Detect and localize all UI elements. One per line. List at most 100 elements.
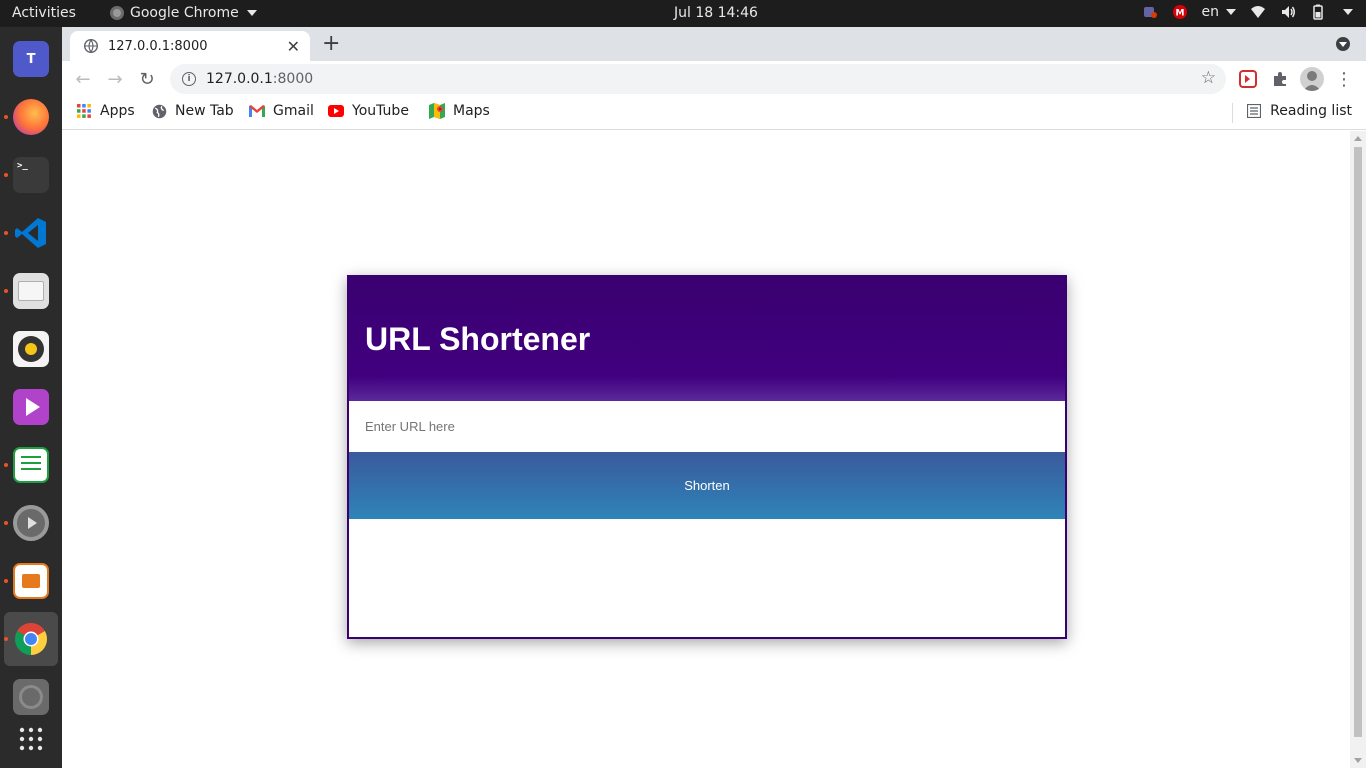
scrollbar-thumb[interactable] bbox=[1354, 147, 1362, 737]
page-viewport: URL Shortener Shorten bbox=[62, 131, 1350, 768]
address-bar[interactable]: i 127.0.0.1:8000 ☆ bbox=[170, 64, 1226, 94]
dock-item-terminal[interactable]: >_ bbox=[4, 148, 58, 202]
reload-button[interactable]: ↻ bbox=[136, 68, 158, 90]
running-indicator bbox=[4, 637, 8, 641]
dock-item-files[interactable] bbox=[4, 264, 58, 318]
extensions-puzzle-icon[interactable] bbox=[1270, 69, 1290, 89]
site-info-icon[interactable]: i bbox=[182, 72, 196, 86]
url-input[interactable] bbox=[349, 401, 1065, 452]
dock-item-rhythmbox[interactable] bbox=[4, 322, 58, 376]
running-indicator bbox=[4, 579, 8, 583]
power-menu-icon[interactable] bbox=[1340, 4, 1356, 20]
reading-list-button[interactable]: Reading list bbox=[1232, 103, 1352, 123]
wifi-icon[interactable] bbox=[1250, 4, 1266, 20]
dock: T >_ bbox=[0, 27, 62, 768]
url-port: :8000 bbox=[272, 71, 314, 87]
system-tray[interactable]: M en bbox=[1142, 4, 1357, 20]
globe-icon bbox=[84, 39, 98, 53]
new-tab-button[interactable]: + bbox=[322, 33, 340, 55]
bookmark-new-tab[interactable]: New Tab bbox=[151, 103, 234, 119]
show-applications-button[interactable] bbox=[4, 712, 58, 766]
bookmark-label: Apps bbox=[100, 103, 135, 119]
running-indicator bbox=[4, 231, 8, 235]
bookmark-apps[interactable]: Apps bbox=[76, 103, 135, 119]
scroll-up-arrow-icon[interactable] bbox=[1354, 136, 1362, 141]
running-indicator bbox=[4, 521, 8, 525]
tab-search-icon[interactable] bbox=[1336, 37, 1350, 51]
gnome-top-bar: Activities Google Chrome Jul 18 14:46 M … bbox=[0, 0, 1366, 27]
files-icon bbox=[13, 273, 49, 309]
maps-icon bbox=[429, 103, 445, 119]
reading-list-label: Reading list bbox=[1270, 103, 1352, 119]
dock-item-video[interactable] bbox=[4, 380, 58, 434]
shorten-button[interactable]: Shorten bbox=[349, 452, 1065, 519]
youtube-icon bbox=[328, 103, 344, 119]
close-icon[interactable]: ✕ bbox=[287, 37, 300, 56]
profile-avatar[interactable] bbox=[1300, 67, 1324, 91]
scroll-down-arrow-icon[interactable] bbox=[1354, 758, 1362, 763]
volume-icon[interactable] bbox=[1280, 4, 1296, 20]
app-menu[interactable]: Google Chrome bbox=[110, 5, 257, 21]
dock-item-chrome[interactable] bbox=[4, 612, 58, 666]
dock-item-teams[interactable]: T bbox=[4, 32, 58, 86]
card-header: URL Shortener bbox=[349, 277, 1065, 401]
teams-tray-icon[interactable] bbox=[1142, 4, 1158, 20]
gmail-icon bbox=[249, 103, 265, 119]
dock-item-vscode[interactable] bbox=[4, 206, 58, 260]
extension-red-icon[interactable] bbox=[1238, 69, 1258, 89]
dock-item-calc[interactable] bbox=[4, 438, 58, 492]
mega-tray-icon[interactable]: M bbox=[1172, 4, 1188, 20]
dock-item-settings[interactable] bbox=[4, 496, 58, 550]
url-shortener-card: URL Shortener Shorten bbox=[347, 275, 1067, 639]
divider bbox=[1232, 103, 1234, 123]
presentation-icon bbox=[13, 563, 49, 599]
globe-icon bbox=[151, 103, 167, 119]
dock-item-impress[interactable] bbox=[4, 554, 58, 608]
bookmark-maps[interactable]: Maps bbox=[429, 103, 490, 119]
tab-title: 127.0.0.1:8000 bbox=[108, 38, 208, 54]
browser-toolbar: ← → ↻ i 127.0.0.1:8000 ☆ ⋮ bbox=[62, 61, 1366, 97]
browser-tab[interactable]: 127.0.0.1:8000 ✕ bbox=[70, 31, 310, 61]
chevron-down-icon bbox=[246, 10, 257, 16]
page-title: URL Shortener bbox=[365, 321, 591, 357]
running-indicator bbox=[4, 173, 8, 177]
apps-grid-icon bbox=[76, 103, 92, 119]
reading-list-icon bbox=[1246, 103, 1262, 119]
bookmark-label: Maps bbox=[453, 103, 490, 119]
rhythmbox-icon bbox=[13, 331, 49, 367]
bookmark-label: Gmail bbox=[273, 103, 314, 119]
activities-button[interactable]: Activities bbox=[12, 5, 76, 21]
terminal-icon: >_ bbox=[13, 157, 49, 193]
app-menu-label: Google Chrome bbox=[130, 5, 239, 21]
battery-icon[interactable] bbox=[1310, 4, 1326, 20]
svg-text:M: M bbox=[1175, 9, 1184, 19]
chevron-down-icon bbox=[1226, 9, 1236, 15]
disc-icon bbox=[13, 679, 49, 715]
back-button[interactable]: ← bbox=[72, 68, 94, 90]
page-scrollbar[interactable] bbox=[1350, 131, 1366, 768]
spreadsheet-icon bbox=[13, 447, 49, 483]
bookmarks-bar: Apps New Tab Gmail YouTube Maps Reading … bbox=[62, 97, 1366, 130]
dock-item-firefox[interactable] bbox=[4, 90, 58, 144]
bookmark-youtube[interactable]: YouTube bbox=[328, 103, 409, 119]
bookmark-star-icon[interactable]: ☆ bbox=[1201, 68, 1216, 88]
clock[interactable]: Jul 18 14:46 bbox=[674, 5, 758, 21]
chrome-small-icon bbox=[110, 6, 124, 20]
firefox-icon bbox=[13, 99, 49, 135]
running-indicator bbox=[4, 463, 8, 467]
bookmark-label: YouTube bbox=[352, 103, 409, 119]
running-indicator bbox=[4, 115, 8, 119]
url-host: 127.0.0.1 bbox=[206, 71, 273, 87]
running-indicator bbox=[4, 289, 8, 293]
video-player-icon bbox=[13, 389, 49, 425]
language-label: en bbox=[1201, 4, 1220, 20]
language-selector[interactable]: en bbox=[1201, 4, 1236, 20]
apps-grid-icon bbox=[19, 727, 43, 751]
bookmark-label: New Tab bbox=[175, 103, 234, 119]
microsoft-teams-icon: T bbox=[13, 41, 49, 77]
result-area bbox=[349, 519, 1065, 637]
tab-strip: 127.0.0.1:8000 ✕ + bbox=[62, 27, 1366, 61]
chrome-menu-icon[interactable]: ⋮ bbox=[1334, 69, 1354, 90]
bookmark-gmail[interactable]: Gmail bbox=[249, 103, 314, 119]
forward-button[interactable]: → bbox=[104, 68, 126, 90]
